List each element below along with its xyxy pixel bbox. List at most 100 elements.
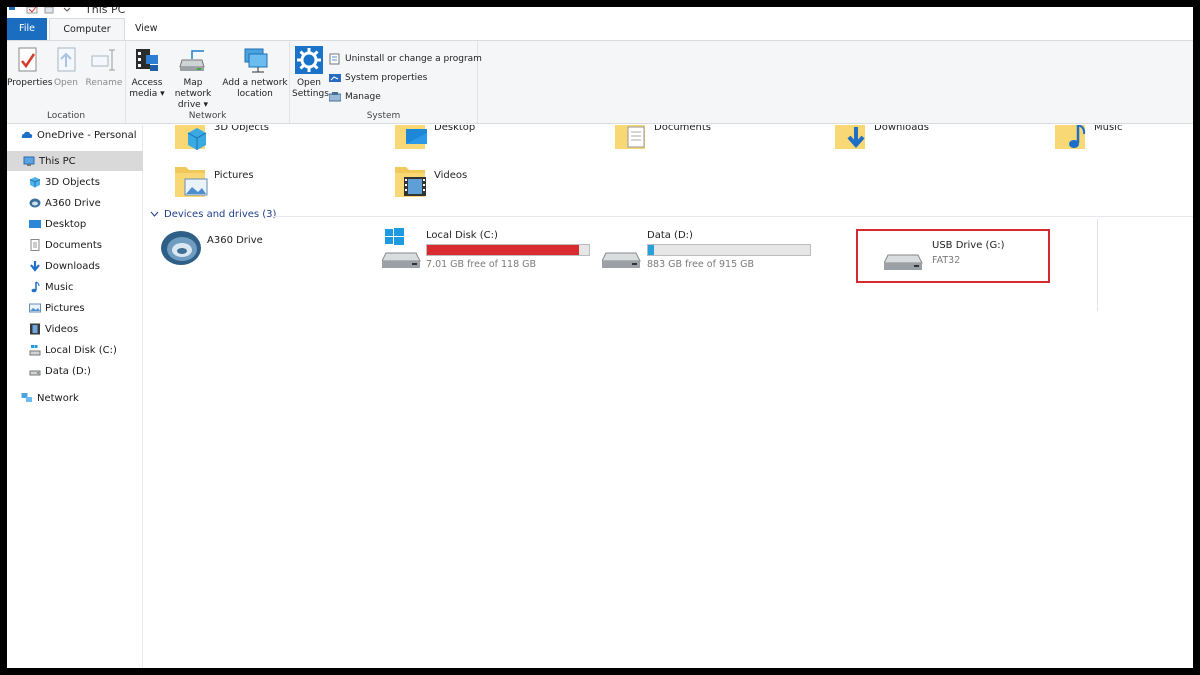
drive-c-free-space: 7.01 GB free of 118 GB — [426, 259, 537, 270]
nav-item-onedrive[interactable]: OneDrive - Personal — [7, 125, 143, 145]
manage-button[interactable]: Manage — [329, 90, 381, 104]
chevron-down-icon — [150, 211, 159, 217]
ribbon-tabs: File Computer View — [7, 18, 1193, 40]
drive-d-usage-fill — [648, 245, 654, 255]
nav-label-3d-objects: 3D Objects — [45, 176, 101, 188]
folder-videos-label: Videos — [434, 170, 468, 181]
drive-d-usage-bar — [647, 244, 811, 256]
title-bar: This PC — [7, 7, 1193, 18]
section-divider — [271, 216, 1193, 217]
nav-item-downloads[interactable]: Downloads — [7, 256, 143, 276]
rename-label: Rename — [85, 78, 123, 88]
content-pane: 3D Objects Desktop Documents Downloads M… — [144, 125, 1193, 668]
open-icon — [57, 47, 76, 72]
nav-item-videos[interactable]: Videos — [7, 319, 143, 339]
nav-item-music[interactable]: Music — [7, 277, 143, 297]
tab-file[interactable]: File — [7, 18, 47, 40]
nav-item-network[interactable]: Network — [7, 388, 143, 408]
nav-label-pictures: Pictures — [45, 302, 85, 314]
folder-desktop[interactable]: Desktop — [394, 125, 475, 153]
nav-label-data-d: Data (D:) — [45, 365, 91, 377]
nav-item-local-disk-c[interactable]: Local Disk (C:) — [7, 340, 143, 360]
nav-label-local-disk-c: Local Disk (C:) — [45, 344, 117, 356]
network-drive-icon — [179, 50, 205, 71]
drive-c-usage-fill — [427, 245, 580, 255]
nav-item-3d-objects[interactable]: 3D Objects — [7, 172, 143, 192]
add-network-location-button[interactable]: Add a network location — [222, 45, 288, 100]
devices-section-header[interactable]: Devices and drives (3) — [150, 209, 276, 220]
ribbon-group-network: Access media ▾ Map network drive ▾ Add a… — [126, 41, 290, 123]
drive-c-name: Local Disk (C:) — [426, 230, 498, 241]
nav-label-music: Music — [45, 281, 74, 293]
manage-icon — [329, 92, 341, 102]
folder-videos-icon — [395, 167, 426, 197]
hard-drive-icon — [602, 252, 641, 268]
drive-local-disk-c[interactable]: Local Disk (C:) 7.01 GB free of 118 GB — [380, 225, 600, 285]
local-disk-icon — [29, 345, 41, 356]
folder-desktop-label: Desktop — [434, 125, 476, 133]
folder-pictures-icon — [175, 167, 208, 197]
file-explorer-window: This PC File Computer View Properties Op… — [7, 7, 1193, 668]
nav-label-documents: Documents — [45, 239, 103, 251]
open-label: Open — [53, 78, 79, 88]
nav-item-data-d[interactable]: Data (D:) — [7, 361, 143, 381]
folder-videos[interactable]: Videos — [394, 161, 467, 201]
system-properties-icon — [329, 74, 341, 82]
nav-item-a360-drive[interactable]: A360 Drive — [7, 193, 143, 213]
tab-computer[interactable]: Computer — [49, 18, 125, 40]
open-button[interactable]: Open — [51, 45, 81, 89]
onedrive-cloud-icon — [21, 131, 33, 138]
manage-label: Manage — [345, 92, 381, 102]
window-title: This PC — [85, 7, 126, 16]
folder-pictures[interactable]: Pictures — [174, 161, 254, 201]
tab-view[interactable]: View — [125, 18, 168, 40]
quick-access-icons[interactable] — [7, 7, 77, 18]
folder-documents-label: Documents — [654, 125, 712, 133]
open-settings-label-2: Settings — [292, 89, 329, 99]
a360-cloud-icon — [161, 231, 201, 265]
folder-documents[interactable]: Documents — [614, 125, 711, 153]
access-media-label-2: media ▾ — [129, 89, 165, 99]
folder-downloads[interactable]: Downloads — [834, 125, 929, 153]
map-drive-label-1: Map network — [174, 78, 212, 99]
a360-drive-icon — [29, 198, 41, 208]
group-label-location: Location — [46, 111, 86, 121]
properties-button[interactable]: Properties — [7, 45, 52, 89]
documents-icon — [30, 239, 40, 251]
folder-3d-objects[interactable]: 3D Objects — [174, 125, 269, 153]
nav-item-desktop[interactable]: Desktop — [7, 214, 143, 234]
nav-label-this-pc: This PC — [39, 155, 76, 167]
access-media-label-1: Access — [131, 78, 163, 88]
folder-downloads-icon — [835, 125, 865, 149]
nav-item-pictures[interactable]: Pictures — [7, 298, 143, 318]
network-icon — [21, 393, 32, 402]
ribbon: Properties Open Rename Location Access m… — [7, 40, 1193, 124]
map-network-drive-button[interactable]: Map network drive ▾ — [165, 45, 221, 111]
ribbon-group-location: Properties Open Rename Location — [7, 41, 126, 123]
rename-button[interactable]: Rename — [85, 45, 123, 89]
uninstall-program-button[interactable]: Uninstall or change a program — [329, 52, 482, 66]
nav-item-documents[interactable]: Documents — [7, 235, 143, 255]
folder-desktop-icon — [395, 125, 427, 149]
devices-header-label: Devices and drives (3) — [164, 209, 277, 220]
this-pc-icon — [23, 156, 35, 166]
folder-pictures-label: Pictures — [214, 170, 254, 181]
folder-downloads-label: Downloads — [874, 125, 929, 133]
drive-a360[interactable]: A360 Drive — [160, 225, 280, 285]
access-media-button[interactable]: Access media ▾ — [129, 45, 165, 100]
nav-label-desktop: Desktop — [45, 218, 87, 230]
open-settings-button[interactable]: Open Settings — [292, 45, 329, 100]
nav-item-this-pc[interactable]: This PC — [7, 151, 143, 171]
open-settings-label-1: Open — [296, 78, 322, 88]
navigation-pane: OneDrive - Personal This PC 3D Objects A… — [7, 125, 143, 668]
drive-data-d[interactable]: Data (D:) 883 GB free of 915 GB — [600, 225, 820, 285]
drive-d-free-space: 883 GB free of 915 GB — [647, 259, 755, 270]
uninstall-label: Uninstall or change a program — [345, 54, 482, 64]
pictures-icon — [29, 303, 41, 313]
uninstall-icon — [329, 53, 340, 65]
system-properties-button[interactable]: System properties — [329, 71, 427, 85]
folder-music-label: Music — [1094, 125, 1123, 133]
folder-music[interactable]: Music — [1054, 125, 1122, 153]
nav-label-onedrive: OneDrive - Personal — [37, 129, 137, 141]
folder-3d-objects-label: 3D Objects — [214, 125, 270, 133]
